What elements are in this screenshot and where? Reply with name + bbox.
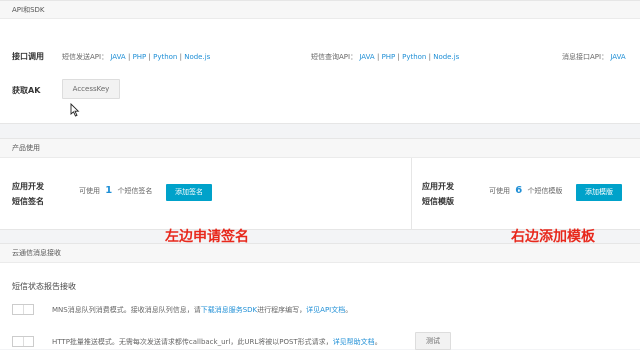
- http-row-text: HTTP批量推送模式。无需每次发送请求都传callback_url，此URL将被…: [52, 337, 382, 347]
- panel-title: API和SDK: [12, 6, 45, 14]
- link-nodejs[interactable]: Node.js: [184, 53, 210, 61]
- panel-header: API和SDK: [0, 1, 640, 19]
- template-count: 6: [515, 185, 523, 196]
- api-doc-link[interactable]: 详见API文档: [306, 306, 345, 314]
- mns-toggle[interactable]: [12, 304, 34, 315]
- add-template-button[interactable]: 添加模版: [576, 184, 622, 201]
- template-title-line2: 短信模版: [422, 197, 454, 206]
- count-prefix: 可使用: [489, 187, 510, 195]
- link-java[interactable]: JAVA: [359, 53, 374, 61]
- send-api-group: 短信发送API： JAVA | PHP | Python | Node.js: [62, 52, 210, 62]
- panel-title: 产品使用: [12, 144, 40, 152]
- template-title-line1: 应用开发: [422, 182, 454, 191]
- link-python[interactable]: Python: [402, 53, 426, 61]
- separator: |: [428, 53, 431, 61]
- row-text: HTTP批量推送模式。无需每次发送请求都传callback_url，此URL将被…: [52, 338, 333, 346]
- test-button[interactable]: 测试: [415, 332, 451, 350]
- group-label: 短信发送API：: [62, 53, 109, 61]
- separator: |: [397, 53, 400, 61]
- separator: |: [127, 53, 131, 61]
- template-count-text: 可使用 6 个短信模版: [489, 185, 562, 196]
- row-text: 。: [345, 306, 353, 314]
- count-prefix: 可使用: [79, 187, 100, 195]
- separator: |: [376, 53, 380, 61]
- help-doc-link[interactable]: 详见帮助文档: [333, 338, 375, 346]
- separator: |: [179, 53, 182, 61]
- row-text: 进行程序编写，: [257, 306, 307, 314]
- message-api-group: 消息接口API： JAVA: [562, 52, 626, 62]
- call-label: 接口调用: [12, 52, 44, 61]
- query-api-group: 短信查询API： JAVA | PHP | Python | Node.js: [311, 52, 459, 62]
- card-divider: [411, 158, 412, 230]
- signature-count: 1: [105, 185, 113, 196]
- count-suffix: 个短信签名: [117, 187, 153, 195]
- download-sdk-link[interactable]: 下载消息服务SDK: [201, 306, 257, 314]
- panel-header: 云通信消息接收: [0, 244, 640, 263]
- message-receive-panel: 云通信消息接收 短信状态报告接收 MNS消息队列消费模式。接收消息队列信息，请下…: [0, 243, 640, 350]
- http-toggle[interactable]: [12, 336, 34, 347]
- mouse-cursor-icon: [70, 103, 80, 117]
- link-nodejs[interactable]: Node.js: [433, 53, 459, 61]
- receive-subtitle: 短信状态报告接收: [12, 282, 76, 291]
- link-java[interactable]: JAVA: [110, 53, 125, 61]
- separator: |: [148, 53, 151, 61]
- row-text: MNS消息队列消费模式。接收消息队列信息，请: [52, 306, 201, 314]
- link-java[interactable]: JAVA: [610, 53, 625, 61]
- link-python[interactable]: Python: [153, 53, 177, 61]
- signature-title-line2: 短信签名: [12, 197, 44, 206]
- group-label: 消息接口API：: [562, 53, 609, 61]
- product-usage-panel: 产品使用 应用开发 短信签名 可使用 1 个短信签名 添加签名 应用开发 短信模…: [0, 138, 640, 230]
- row-text: 。: [374, 338, 382, 346]
- ak-label: 获取AK: [12, 86, 41, 95]
- api-sdk-panel: API和SDK 接口调用 短信发送API： JAVA | PHP | Pytho…: [0, 0, 640, 124]
- group-label: 短信查询API：: [311, 53, 358, 61]
- panel-title: 云通信消息接收: [12, 249, 61, 257]
- count-suffix: 个短信模版: [527, 187, 563, 195]
- accesskey-button[interactable]: AccessKey: [62, 79, 120, 99]
- signature-title-line1: 应用开发: [12, 182, 44, 191]
- panel-header: 产品使用: [0, 139, 640, 158]
- link-php[interactable]: PHP: [382, 53, 396, 61]
- signature-count-text: 可使用 1 个短信签名: [79, 185, 152, 196]
- mns-row-text: MNS消息队列消费模式。接收消息队列信息，请下载消息服务SDK进行程序编写，详见…: [52, 305, 352, 315]
- add-signature-button[interactable]: 添加签名: [166, 184, 212, 201]
- link-php[interactable]: PHP: [133, 53, 147, 61]
